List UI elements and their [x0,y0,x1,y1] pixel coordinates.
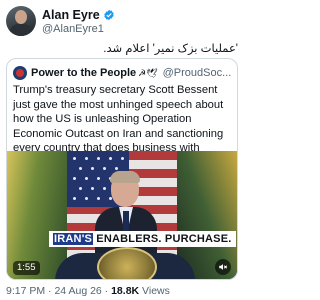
video-player[interactable]: IRAN'S ENABLERS. PURCHASE. 1:55 [7,151,237,279]
post-time[interactable]: 9:17 PM [6,285,45,297]
department-seal [97,247,157,279]
caption-highlight: IRAN'S [53,233,94,245]
verified-badge-icon [103,9,114,21]
caption-rest: ENABLERS. PURCHASE. [93,233,232,245]
video-caption: IRAN'S ENABLERS. PURCHASE. [49,231,236,247]
quoted-post[interactable]: Power to the People ☭🕊 @ProudSoc... · 4h… [6,58,238,280]
quoted-post-header: Power to the People ☭🕊 @ProudSoc... · 4h [13,65,231,81]
quoted-author-emoji-badge: ☭🕊 [138,67,158,78]
author-handle[interactable]: @AlanEyre1 [42,23,104,36]
separator-dot: · [48,285,52,297]
speaker-muted-icon [219,264,228,270]
mute-button[interactable] [215,259,231,275]
post-date[interactable]: 24 Aug 26 [54,285,101,297]
author-avatar[interactable] [6,6,36,36]
post-author: Alan Eyre @AlanEyre1 [6,6,238,36]
post-metadata: 9:17 PM · 24 Aug 26 · 18.8K Views [6,285,170,298]
quoted-author-name[interactable]: Power to the People [31,67,136,79]
author-name-line[interactable]: Alan Eyre [42,8,115,22]
views-count: 18.8K [111,285,140,297]
quoted-author-handle[interactable]: @ProudSoc... [163,67,231,79]
video-duration: 1:55 [13,261,40,275]
author-name[interactable]: Alan Eyre [42,8,100,22]
separator-dot: · [104,285,109,297]
views-label: Views [142,285,170,297]
post-text: 'عملیات بزک نمیر' اعلام شد. [103,43,238,55]
quoted-author-avatar[interactable] [13,66,27,80]
